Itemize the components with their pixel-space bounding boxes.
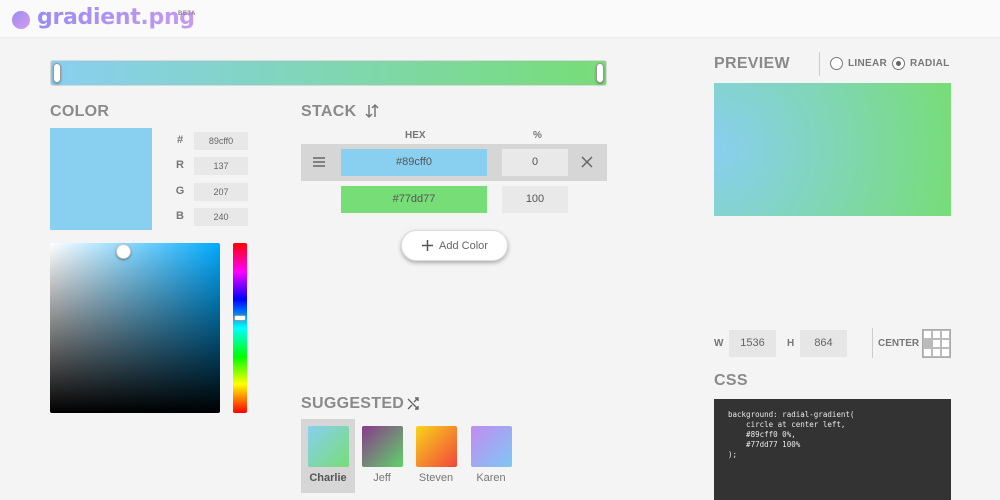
gradient-bar[interactable] (50, 60, 607, 86)
anchor-label: CENTER (878, 338, 920, 349)
suggested-name-charlie[interactable]: Charlie (298, 472, 358, 484)
stop-hex-input[interactable]: #89cff0 (341, 149, 487, 176)
hex-column-header: HEX (405, 130, 426, 141)
hex-channel-input[interactable]: 89cff0 (194, 132, 248, 150)
anchor-center-right[interactable] (941, 339, 950, 348)
stack-section-title: STACK (301, 103, 357, 120)
top-bar: gradient.png BETA (0, 0, 1000, 38)
anchor-center-left[interactable] (923, 339, 932, 348)
stop-hex-input[interactable]: #77dd77 (341, 186, 487, 213)
anchor-center[interactable] (932, 339, 941, 348)
suggested-section-title: SUGGESTED (301, 395, 405, 412)
width-input[interactable]: 1536 (729, 330, 776, 357)
radial-radio[interactable] (892, 57, 905, 70)
height-input[interactable]: 864 (800, 330, 847, 357)
radial-radio-label[interactable]: RADIAL (910, 58, 950, 69)
divider (872, 328, 873, 358)
logo-icon (12, 11, 30, 29)
drag-handle-icon[interactable] (312, 155, 326, 169)
gradient-stop-handle-start[interactable] (53, 63, 61, 83)
linear-radio-label[interactable]: LINEAR (848, 58, 887, 69)
css-output-box[interactable]: background: radial-gradient( circle at c… (714, 399, 951, 500)
anchor-bottom-left[interactable] (923, 348, 932, 357)
green-channel-input[interactable]: 207 (194, 183, 248, 201)
hue-slider-knob[interactable] (234, 315, 246, 321)
css-code[interactable]: background: radial-gradient( circle at c… (728, 410, 937, 460)
shuffle-icon[interactable] (406, 396, 421, 411)
current-color-swatch (50, 128, 152, 230)
blue-channel-input[interactable]: 240 (194, 208, 248, 226)
anchor-bottom-right[interactable] (941, 348, 950, 357)
suggested-swatch-steven[interactable] (416, 426, 457, 467)
sort-icon[interactable] (364, 103, 380, 119)
stop-percent-input[interactable]: 100 (502, 186, 568, 213)
red-channel-input[interactable]: 137 (194, 157, 248, 175)
suggested-name-steven[interactable]: Steven (406, 472, 466, 484)
height-label: H (787, 338, 795, 349)
suggested-swatch-jeff[interactable] (362, 426, 403, 467)
suggested-name-jeff[interactable]: Jeff (352, 472, 412, 484)
saturation-value-picker[interactable] (50, 243, 220, 413)
gradient-stop-handle-end[interactable] (596, 63, 604, 83)
plus-icon (422, 240, 433, 251)
anchor-top-center[interactable] (932, 330, 941, 339)
width-label: W (714, 338, 724, 349)
preview-section-title: PREVIEW (714, 55, 790, 72)
picker-knob[interactable] (116, 244, 131, 259)
color-section-title: COLOR (50, 103, 110, 120)
add-color-label: Add Color (439, 240, 488, 252)
logo-text[interactable]: gradient.png (37, 5, 195, 30)
css-section-title: CSS (714, 372, 748, 389)
hex-channel-label: # (176, 134, 184, 146)
stop-percent-input[interactable]: 0 (502, 149, 568, 176)
gradient-preview (714, 83, 951, 216)
green-channel-label: G (175, 185, 185, 197)
anchor-bottom-center[interactable] (932, 348, 941, 357)
red-channel-label: R (176, 159, 184, 171)
suggested-swatch-charlie[interactable] (308, 426, 349, 467)
divider (819, 52, 820, 76)
beta-badge: BETA (178, 11, 196, 17)
blue-channel-label: B (176, 210, 184, 222)
hue-slider[interactable] (233, 243, 247, 413)
anchor-top-left[interactable] (923, 330, 932, 339)
add-color-button[interactable]: Add Color (401, 230, 508, 261)
linear-radio[interactable] (830, 57, 843, 70)
suggested-swatch-karen[interactable] (471, 426, 512, 467)
percent-column-header: % (533, 130, 542, 141)
anchor-top-right[interactable] (941, 330, 950, 339)
remove-stop-icon[interactable] (580, 155, 594, 169)
suggested-name-karen[interactable]: Karen (461, 472, 521, 484)
anchor-grid[interactable] (922, 329, 951, 358)
